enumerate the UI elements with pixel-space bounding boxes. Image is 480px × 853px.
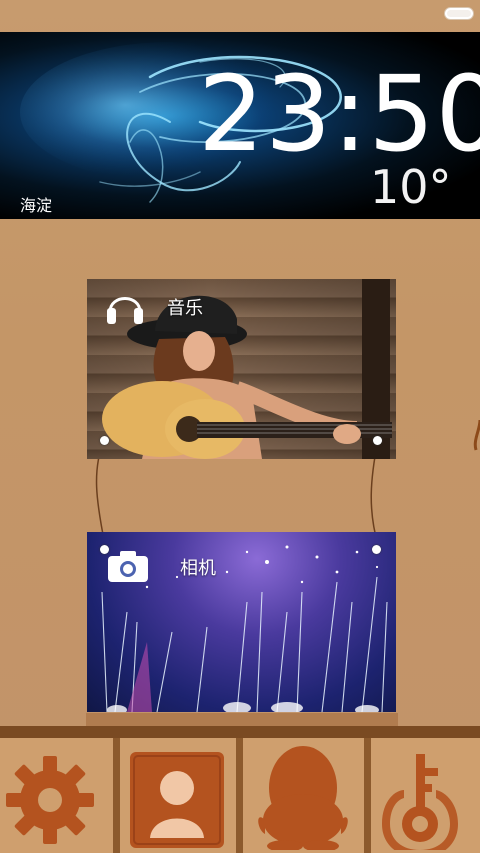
headphones-icon bbox=[107, 297, 143, 324]
penguin-icon[interactable] bbox=[255, 740, 351, 850]
pin-icon bbox=[372, 545, 381, 554]
dock-divider bbox=[364, 738, 371, 853]
dock-ledge bbox=[86, 713, 398, 727]
city-label: 海淀 bbox=[20, 196, 53, 215]
temperature: 10° bbox=[370, 160, 452, 214]
pin-icon bbox=[373, 436, 382, 445]
weather-condition: 晴 优 bbox=[20, 215, 70, 219]
clock-time: 23:50 bbox=[198, 53, 480, 175]
camera-icon bbox=[108, 551, 148, 582]
dock-top-rail bbox=[0, 726, 480, 738]
music-label: 音乐 bbox=[167, 298, 203, 319]
status-bar bbox=[0, 0, 480, 32]
pin-icon bbox=[100, 545, 109, 554]
music-card[interactable]: 音乐 bbox=[87, 279, 396, 459]
camera-label: 相机 bbox=[180, 558, 216, 579]
camera-card[interactable]: 相机 bbox=[87, 532, 396, 712]
battery-icon bbox=[444, 7, 474, 20]
contact-icon[interactable] bbox=[128, 740, 226, 850]
dock-divider bbox=[236, 738, 243, 853]
gear-icon[interactable] bbox=[6, 740, 96, 850]
key-icon[interactable] bbox=[378, 740, 474, 850]
dock-divider bbox=[113, 738, 120, 853]
weekday: 星期三 bbox=[374, 214, 434, 220]
pin-icon bbox=[100, 436, 109, 445]
